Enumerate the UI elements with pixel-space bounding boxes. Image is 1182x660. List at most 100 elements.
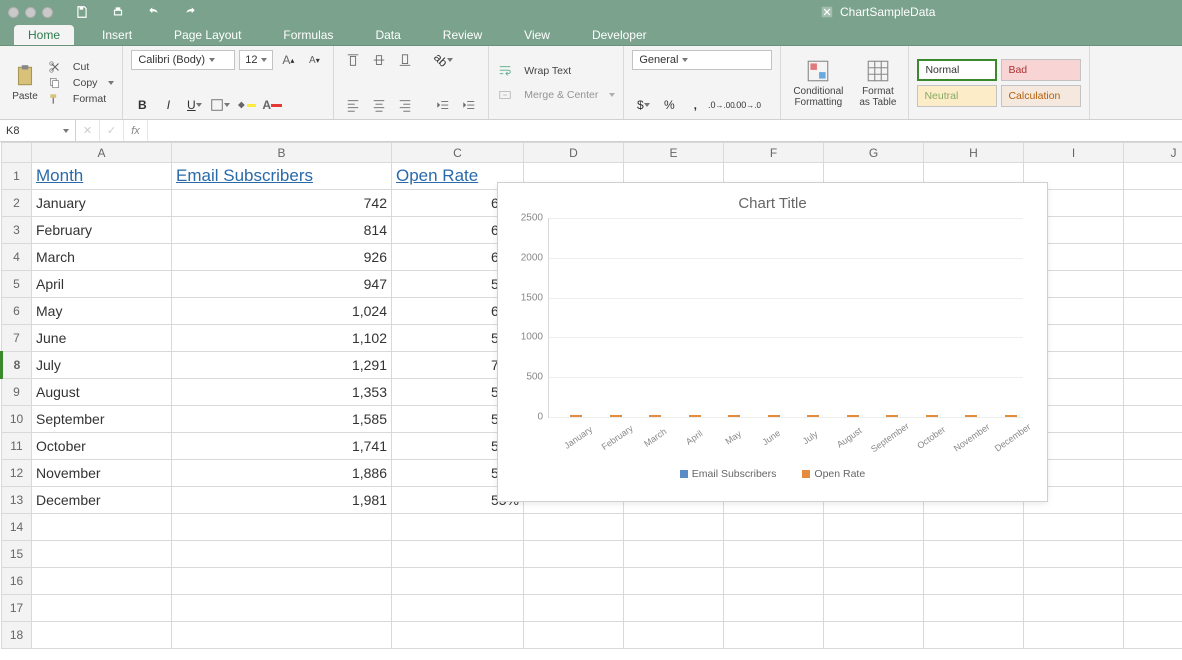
cell-B13[interactable]: 1,981 <box>172 487 392 514</box>
minimize-window-icon[interactable] <box>25 7 36 18</box>
cell-B6[interactable]: 1,024 <box>172 298 392 325</box>
row-header-8[interactable]: 8 <box>2 352 32 379</box>
legend-email-subscribers[interactable]: Email Subscribers <box>680 468 777 480</box>
bar-june[interactable] <box>747 415 787 417</box>
col-header-C[interactable]: C <box>392 143 524 163</box>
cell-B10[interactable]: 1,585 <box>172 406 392 433</box>
cell-B15[interactable] <box>172 541 392 568</box>
row-header-14[interactable]: 14 <box>2 514 32 541</box>
cell-A13[interactable]: December <box>32 487 172 514</box>
row-header-6[interactable]: 6 <box>2 298 32 325</box>
print-icon[interactable] <box>107 2 129 22</box>
row-header-11[interactable]: 11 <box>2 433 32 460</box>
cell-B11[interactable]: 1,741 <box>172 433 392 460</box>
undo-icon[interactable] <box>143 2 165 22</box>
row-header-15[interactable]: 15 <box>2 541 32 568</box>
legend-open-rate[interactable]: Open Rate <box>802 468 865 480</box>
tab-home[interactable]: Home <box>14 25 74 45</box>
cell-G17[interactable] <box>824 595 924 622</box>
cell-B12[interactable]: 1,886 <box>172 460 392 487</box>
cell-G16[interactable] <box>824 568 924 595</box>
paste-button[interactable]: Paste <box>8 61 42 104</box>
cell-I14[interactable] <box>1024 514 1124 541</box>
row-header-1[interactable]: 1 <box>2 163 32 190</box>
cell-A3[interactable]: February <box>32 217 172 244</box>
col-header-J[interactable]: J <box>1124 143 1182 163</box>
cell-B1[interactable]: Email Subscribers <box>172 163 392 190</box>
cell-C15[interactable] <box>392 541 524 568</box>
number-format-select[interactable]: General <box>632 50 772 70</box>
cell-E15[interactable] <box>624 541 724 568</box>
bar-december[interactable] <box>984 415 1024 417</box>
bar-july[interactable] <box>786 415 826 417</box>
cell-A1[interactable]: Month <box>32 163 172 190</box>
enter-formula-icon[interactable]: ✓ <box>100 120 124 141</box>
fill-color-button[interactable] <box>235 95 257 115</box>
tab-view[interactable]: View <box>510 25 564 45</box>
cell-A17[interactable] <box>32 595 172 622</box>
tab-developer[interactable]: Developer <box>578 25 661 45</box>
cell-I17[interactable] <box>1024 595 1124 622</box>
cell-H15[interactable] <box>924 541 1024 568</box>
cell-J13[interactable] <box>1124 487 1182 514</box>
percent-button[interactable]: % <box>658 95 680 115</box>
cell-B14[interactable] <box>172 514 392 541</box>
cell-D18[interactable] <box>524 622 624 649</box>
cell-A16[interactable] <box>32 568 172 595</box>
cell-H17[interactable] <box>924 595 1024 622</box>
grid[interactable]: ABCDEFGHIJK1MonthEmail SubscribersOpen R… <box>0 142 1182 660</box>
cell-C14[interactable] <box>392 514 524 541</box>
cell-H16[interactable] <box>924 568 1024 595</box>
cell-J18[interactable] <box>1124 622 1182 649</box>
italic-button[interactable]: I <box>157 95 179 115</box>
cell-J11[interactable] <box>1124 433 1182 460</box>
font-size-select[interactable]: 12 <box>239 50 273 70</box>
cell-B7[interactable]: 1,102 <box>172 325 392 352</box>
comma-button[interactable]: , <box>684 95 706 115</box>
cell-A12[interactable]: November <box>32 460 172 487</box>
zoom-window-icon[interactable] <box>42 7 53 18</box>
bar-september[interactable] <box>865 415 905 417</box>
format-as-table-button[interactable]: Format as Table <box>855 56 900 110</box>
name-box[interactable]: K8 <box>0 120 76 141</box>
cell-E14[interactable] <box>624 514 724 541</box>
cell-J8[interactable] <box>1124 352 1182 379</box>
cell-B17[interactable] <box>172 595 392 622</box>
cell-G18[interactable] <box>824 622 924 649</box>
conditional-formatting-button[interactable]: Conditional Formatting <box>789 56 847 110</box>
cell-H14[interactable] <box>924 514 1024 541</box>
tab-insert[interactable]: Insert <box>88 25 146 45</box>
wrap-text-button[interactable]: Wrap Text <box>497 64 615 78</box>
align-left-button[interactable] <box>342 95 364 115</box>
embedded-chart[interactable]: Chart Title 05001000150020002500 January… <box>497 182 1048 502</box>
cell-F16[interactable] <box>724 568 824 595</box>
align-top-button[interactable] <box>342 50 364 70</box>
bar-april[interactable] <box>668 415 708 417</box>
cell-B2[interactable]: 742 <box>172 190 392 217</box>
cell-B8[interactable]: 1,291 <box>172 352 392 379</box>
align-middle-button[interactable] <box>368 50 390 70</box>
cell-B9[interactable]: 1,353 <box>172 379 392 406</box>
col-header-B[interactable]: B <box>172 143 392 163</box>
cell-I16[interactable] <box>1024 568 1124 595</box>
cell-J17[interactable] <box>1124 595 1182 622</box>
cell-J10[interactable] <box>1124 406 1182 433</box>
save-icon[interactable] <box>71 2 93 22</box>
orientation-button[interactable]: ab <box>432 50 454 70</box>
cell-G15[interactable] <box>824 541 924 568</box>
redo-icon[interactable] <box>179 2 201 22</box>
col-header-H[interactable]: H <box>924 143 1024 163</box>
cell-J2[interactable] <box>1124 190 1182 217</box>
style-normal[interactable]: Normal <box>917 59 997 81</box>
copy-button[interactable]: Copy <box>48 76 114 90</box>
cell-J1[interactable] <box>1124 163 1182 190</box>
increase-indent-button[interactable] <box>458 95 480 115</box>
bar-august[interactable] <box>826 415 866 417</box>
cell-J16[interactable] <box>1124 568 1182 595</box>
cell-D14[interactable] <box>524 514 624 541</box>
currency-button[interactable]: $ <box>632 95 654 115</box>
cell-E17[interactable] <box>624 595 724 622</box>
cell-J3[interactable] <box>1124 217 1182 244</box>
cell-A11[interactable]: October <box>32 433 172 460</box>
cell-B4[interactable]: 926 <box>172 244 392 271</box>
